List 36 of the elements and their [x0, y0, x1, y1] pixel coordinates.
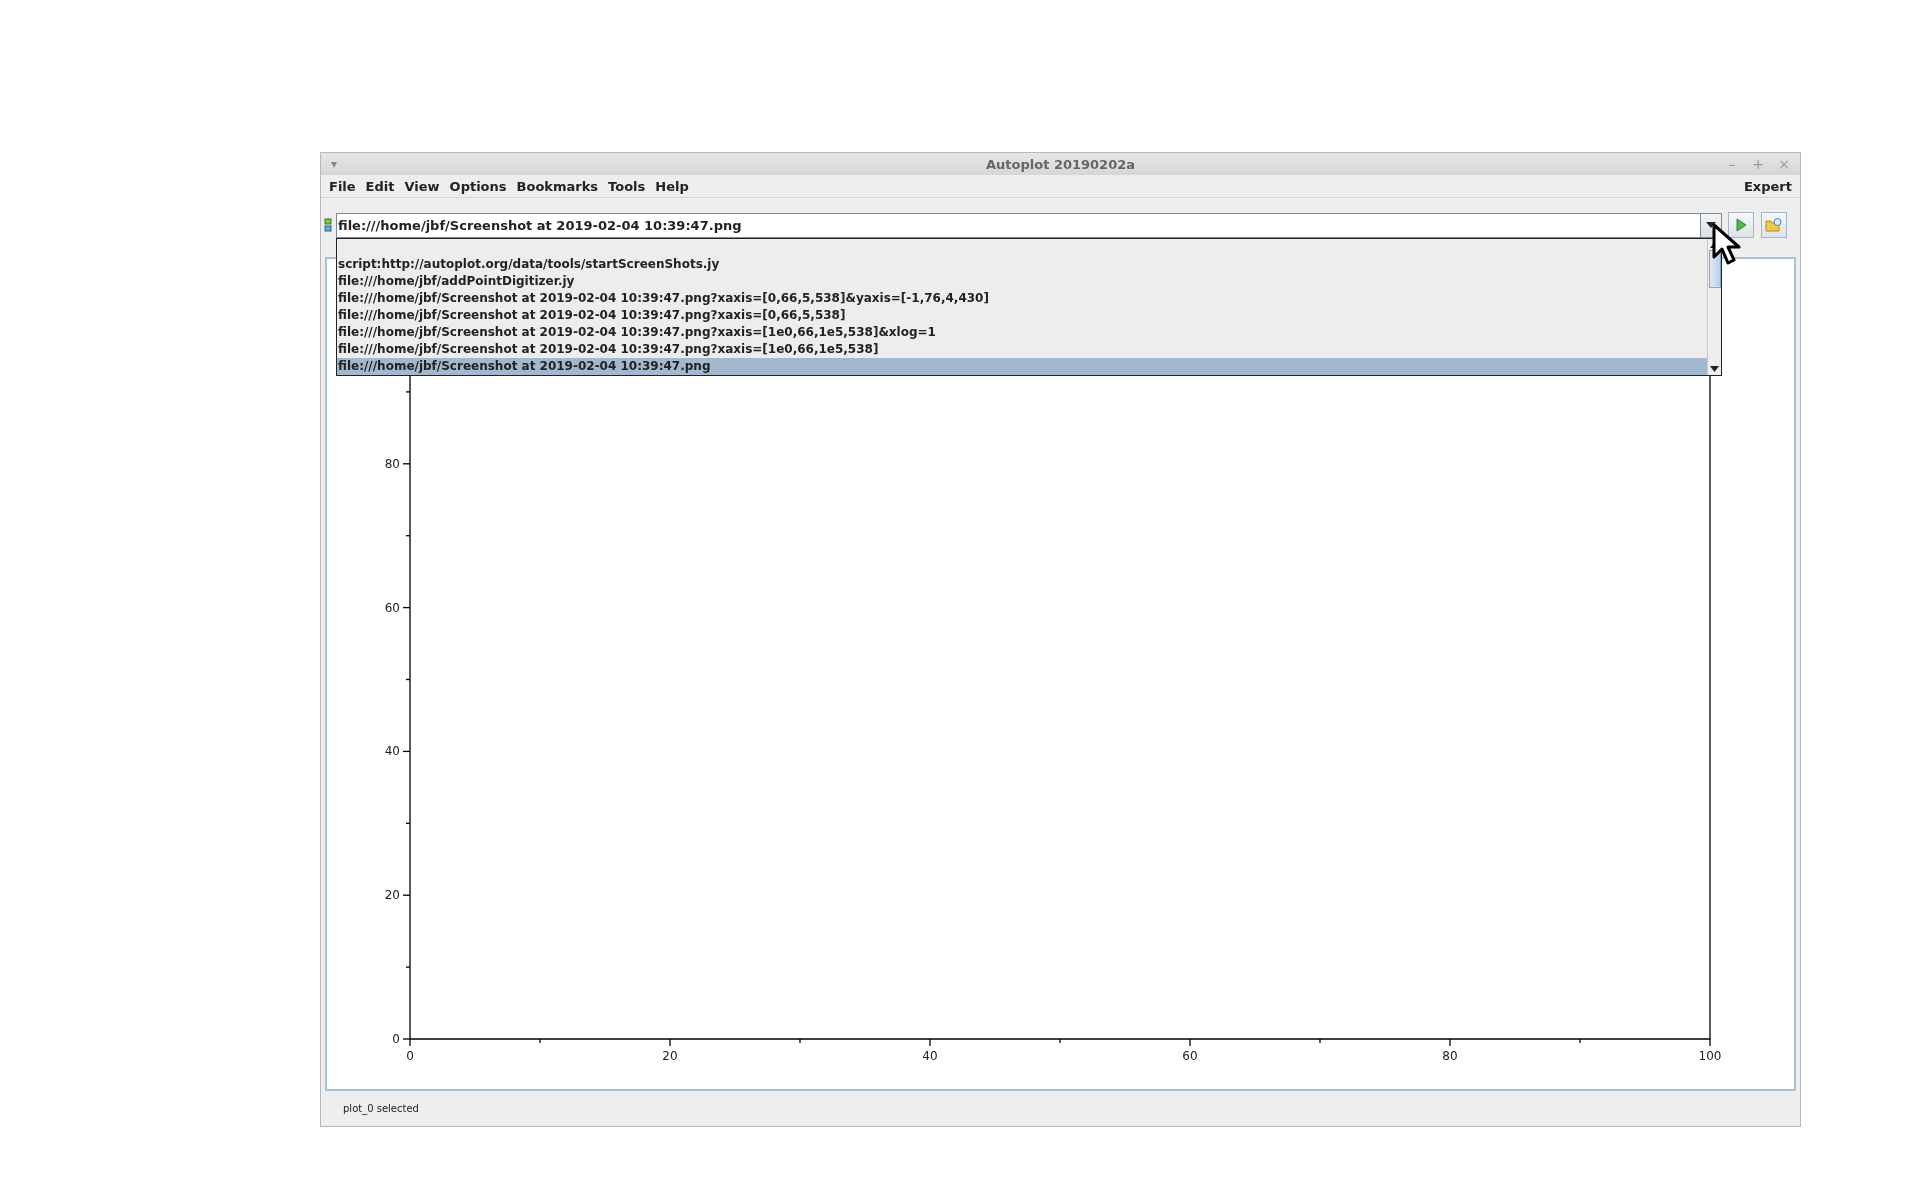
- menu-item[interactable]: View: [399, 176, 445, 196]
- y-tick-label: 20: [384, 888, 400, 903]
- x-tick-label: 60: [1182, 1049, 1198, 1063]
- history-item[interactable]: file:///home/jbf/addPointDigitizer.jy: [337, 272, 1707, 290]
- x-tick-label: 100: [1698, 1049, 1722, 1063]
- status-squares-icon: [324, 218, 332, 232]
- history-item[interactable]: script:http://autoplot.org/data/tools/startScreenShots.jy: [337, 255, 1707, 273]
- x-tick-label: 20: [662, 1049, 678, 1063]
- y-tick-label: 80: [384, 456, 400, 471]
- history-item[interactable]: file:///home/jbf/Screenshot at 2019-02-04 10:39:47.png?xaxis=[0,66,5,538]: [337, 306, 1707, 324]
- menu-item[interactable]: File: [324, 176, 361, 196]
- status-text: plot_0 selected: [343, 1103, 419, 1114]
- y-tick-label: 0: [392, 1032, 400, 1046]
- scroll-down-icon: [1710, 365, 1719, 372]
- menu-item[interactable]: Help: [650, 176, 694, 196]
- play-button[interactable]: [1728, 212, 1754, 238]
- menu-item[interactable]: Edit: [360, 176, 400, 196]
- menu-item[interactable]: Bookmarks: [511, 176, 604, 196]
- history-item[interactable]: file:///home/jbf/Screenshot at 2019-02-04 10:39:47.png: [337, 357, 1707, 375]
- history-item[interactable]: file:///home/jbf/Screenshot at 2019-02-04 10:39:47.png?xaxis=[0,66,5,538]&yaxis=[-1,76,4,430]: [337, 289, 1707, 307]
- y-tick-label: 40: [384, 744, 400, 759]
- x-tick-label: 40: [922, 1049, 938, 1063]
- history-item[interactable]: file:///home/jbf/Screenshot at 2019-02-04 10:39:47.png?xaxis=[1e0,66,1e5,538]&xlog=1: [337, 323, 1707, 341]
- menu-item[interactable]: Tools: [603, 176, 651, 196]
- history-item[interactable]: file:///home/jbf/Screenshot at 2019-02-04 10:39:47.png?xaxis=[1e0,66,1e5,538]: [337, 340, 1707, 358]
- scrollbar[interactable]: [1707, 238, 1721, 375]
- y-tick-label: 60: [384, 600, 400, 615]
- expert-menu[interactable]: Expert: [1739, 176, 1797, 196]
- play-icon: [1734, 218, 1748, 232]
- x-tick-label: 0: [406, 1049, 414, 1063]
- folder-search-icon: [1765, 217, 1783, 233]
- window-title: Autoplot 20190202a: [985, 156, 1137, 172]
- x-tick-label: 80: [1442, 1049, 1458, 1063]
- menu-item[interactable]: Options: [444, 176, 512, 196]
- address-field[interactable]: file:///home/jbf/Screenshot at 2019-02-04 10:39:47.png: [336, 212, 1700, 238]
- caret-icon: [1706, 222, 1716, 228]
